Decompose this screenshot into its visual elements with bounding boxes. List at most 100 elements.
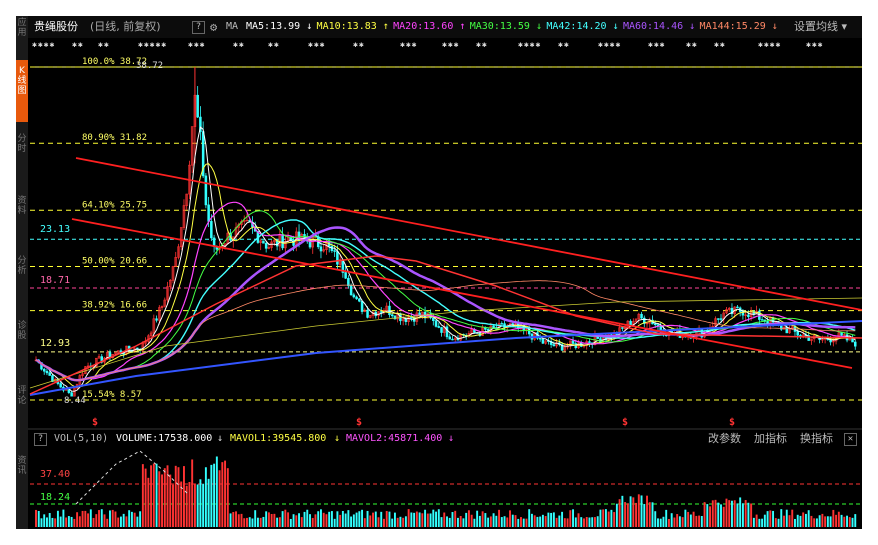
- candle-body[interactable]: [552, 344, 556, 347]
- candle-body[interactable]: [344, 272, 347, 279]
- volume-bar: [183, 466, 185, 527]
- volume-bar: [199, 479, 202, 527]
- candle-body[interactable]: [840, 332, 843, 336]
- volume-bar: [451, 512, 454, 527]
- candle-body[interactable]: [432, 317, 435, 321]
- candle-body[interactable]: [67, 389, 71, 393]
- signal-markers[interactable]: $ $ $ $: [92, 417, 735, 428]
- candle-body[interactable]: [349, 285, 353, 296]
- candle-body[interactable]: [500, 323, 504, 325]
- candle-body[interactable]: [379, 311, 383, 313]
- candle-body[interactable]: [45, 370, 49, 374]
- candle-body[interactable]: [511, 323, 515, 325]
- candle-body[interactable]: [571, 340, 575, 344]
- candle-body[interactable]: [719, 318, 723, 320]
- candle-body[interactable]: [785, 326, 789, 334]
- candle-body[interactable]: [440, 327, 443, 333]
- candle-body[interactable]: [736, 306, 739, 309]
- candle-body[interactable]: [388, 305, 391, 316]
- volume-bar: [355, 512, 358, 527]
- candle-body[interactable]: [42, 368, 46, 372]
- fib-label: 50.00% 20.66: [82, 256, 147, 266]
- volume-bar: [470, 514, 473, 527]
- candle-body[interactable]: [196, 94, 199, 118]
- candle-body[interactable]: [492, 325, 495, 328]
- candle-body[interactable]: [541, 338, 545, 344]
- volume-bar: [572, 509, 574, 527]
- candle-body[interactable]: [59, 383, 62, 388]
- candle-body[interactable]: [360, 300, 364, 312]
- volume-bar: [78, 516, 81, 527]
- signal-marker[interactable]: $: [622, 417, 628, 428]
- candle-body[interactable]: [434, 320, 438, 327]
- candle-body[interactable]: [854, 341, 857, 347]
- candle-body[interactable]: [796, 331, 799, 336]
- volume-bar: [720, 504, 722, 527]
- candle-body[interactable]: [445, 326, 449, 338]
- candle-body[interactable]: [48, 372, 51, 376]
- volume-bar: [130, 511, 133, 527]
- volume-bar: [446, 516, 448, 527]
- volume-bar: [692, 511, 695, 527]
- trendline-upper[interactable]: [75, 157, 862, 311]
- kline-chart[interactable]: 100.0% 38.7280.90% 31.8264.10% 25.7550.0…: [16, 16, 862, 529]
- candle-body[interactable]: [210, 221, 213, 239]
- candle-body[interactable]: [760, 319, 764, 321]
- add-indicator-button[interactable]: 加指标: [754, 430, 787, 448]
- candle-body[interactable]: [621, 327, 624, 329]
- candle-body[interactable]: [640, 313, 643, 319]
- volume-bar: [807, 510, 810, 527]
- signal-marker[interactable]: $: [92, 417, 98, 428]
- volume-bar: [700, 515, 703, 527]
- volume-bar: [35, 509, 37, 527]
- candle-body[interactable]: [656, 324, 660, 326]
- volume-bar: [813, 518, 816, 527]
- candle-body[interactable]: [437, 326, 441, 328]
- candle-body[interactable]: [588, 341, 591, 344]
- candle-body[interactable]: [355, 296, 358, 300]
- candle-body[interactable]: [207, 204, 210, 222]
- candle-body[interactable]: [390, 314, 394, 317]
- volume-bar: [95, 514, 98, 527]
- candle-body[interactable]: [264, 242, 268, 249]
- volume-bar: [588, 517, 591, 527]
- candlesticks[interactable]: [34, 67, 857, 397]
- candle-body[interactable]: [366, 309, 369, 318]
- candle-body[interactable]: [451, 338, 454, 341]
- candle-body[interactable]: [352, 294, 356, 298]
- candle-body[interactable]: [204, 175, 208, 206]
- candle-body[interactable]: [333, 250, 336, 252]
- candle-body[interactable]: [155, 318, 158, 321]
- candle-body[interactable]: [319, 246, 323, 252]
- candle-body[interactable]: [336, 251, 339, 265]
- volume-bar: [794, 518, 796, 527]
- candle-body[interactable]: [747, 314, 750, 318]
- close-icon[interactable]: ✕: [844, 433, 857, 446]
- volume-bar: [665, 509, 668, 527]
- volume-bar: [311, 517, 314, 527]
- candle-body[interactable]: [653, 323, 657, 326]
- trendline-lower[interactable]: [71, 218, 853, 369]
- volume-bar: [846, 515, 848, 527]
- switch-indicator-button[interactable]: 换指标: [800, 430, 833, 448]
- volume-bar: [495, 515, 498, 527]
- signal-marker[interactable]: $: [356, 417, 362, 428]
- volume-bar: [48, 513, 51, 527]
- volume-bar: [136, 516, 139, 527]
- candle-body[interactable]: [538, 337, 542, 340]
- candle-body[interactable]: [281, 234, 284, 249]
- signal-marker[interactable]: $: [729, 417, 735, 428]
- candle-body[interactable]: [448, 336, 451, 340]
- volume-bar: [281, 511, 284, 527]
- candle-body[interactable]: [358, 298, 361, 302]
- edit-params-button[interactable]: 改参数: [708, 430, 741, 448]
- volume-help-icon[interactable]: ?: [34, 433, 47, 446]
- volume-bar: [607, 511, 610, 527]
- volume-bar: [226, 468, 229, 527]
- volume-bar: [709, 506, 711, 527]
- volume-bar: [851, 517, 854, 527]
- volume-bar: [421, 513, 424, 527]
- candle-body[interactable]: [262, 240, 265, 244]
- volume-bar: [561, 511, 564, 527]
- candle-body[interactable]: [717, 318, 720, 320]
